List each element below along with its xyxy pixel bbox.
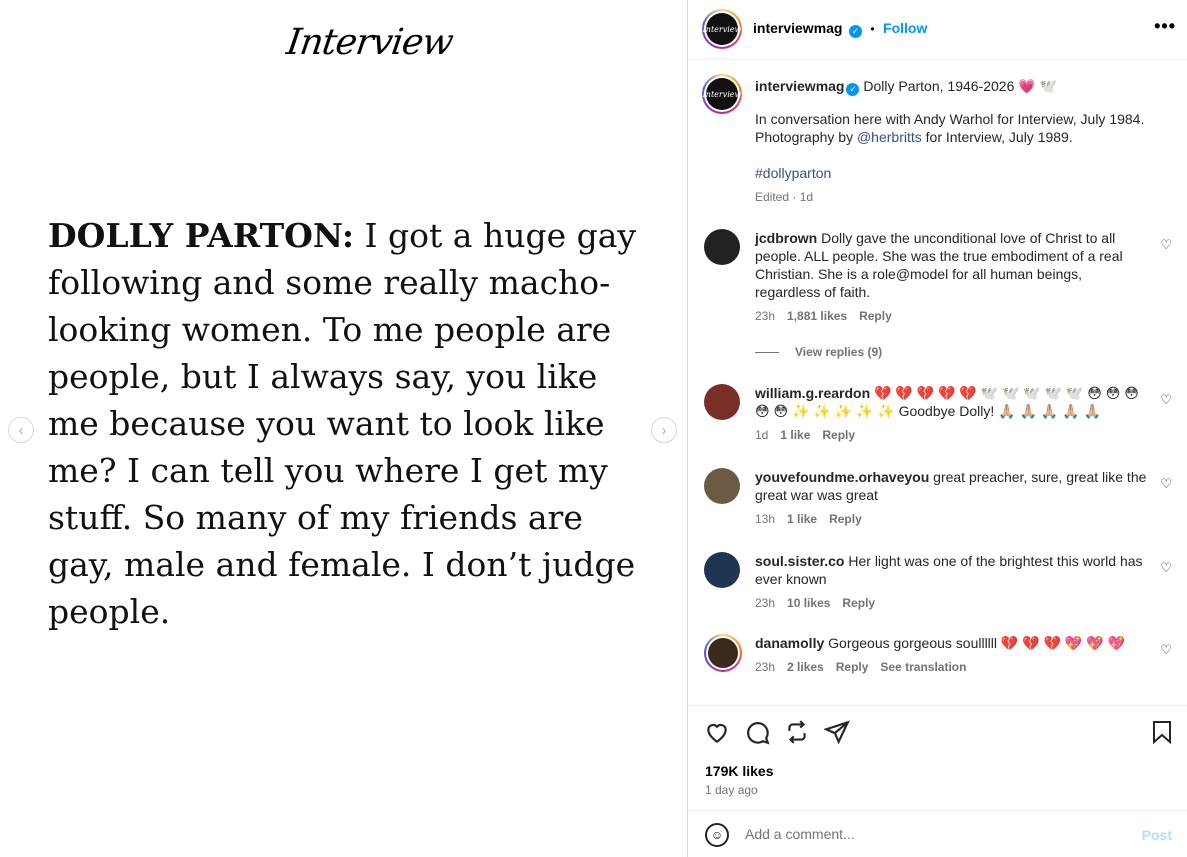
- caption-edited: Edited · 1d: [755, 189, 814, 204]
- caption-username[interactable]: interviewmag: [755, 78, 844, 94]
- caption-body: interviewmag ✓ Dolly Parton, 1946-2026 💗 …: [755, 77, 1170, 204]
- comment-avatar[interactable]: [704, 552, 740, 588]
- comment-item: jcdbrown Dolly gave the unconditional lo…: [704, 229, 1174, 359]
- repost-icon[interactable]: [784, 719, 810, 752]
- comment-likes[interactable]: 1 like: [787, 512, 817, 526]
- comment-like-icon[interactable]: ♡: [1160, 476, 1172, 492]
- emoji-icon[interactable]: ☺: [705, 823, 729, 847]
- verified-badge-icon: ✓: [846, 82, 860, 96]
- caption-title: Dolly Parton, 1946-2026 💗 🕊️: [863, 78, 1058, 94]
- post-timestamp: 1 day ago: [705, 783, 758, 797]
- comment-avatar[interactable]: [704, 468, 740, 504]
- quote-body: I got a huge gay following and some real…: [48, 216, 637, 631]
- mention-link[interactable]: @herbritts: [857, 129, 922, 145]
- comment-like-icon[interactable]: ♡: [1160, 560, 1172, 576]
- comment-username[interactable]: danamolly: [755, 635, 824, 651]
- comment-username[interactable]: youvefoundme.orhaveyou: [755, 469, 929, 485]
- comment-avatar[interactable]: [704, 229, 740, 265]
- comment-likes[interactable]: 10 likes: [787, 596, 830, 610]
- share-icon[interactable]: [823, 719, 850, 752]
- interview-logo: Interview: [284, 22, 456, 63]
- comment-username[interactable]: william.g.reardon: [755, 385, 870, 401]
- reply-button[interactable]: Reply: [822, 428, 855, 442]
- verified-badge-icon: ✓: [848, 25, 862, 38]
- comment-likes[interactable]: 1 like: [780, 428, 810, 442]
- add-comment-bar: ☺ Post: [688, 810, 1187, 857]
- comment-icon[interactable]: [744, 719, 770, 752]
- likes-count[interactable]: 179K likes: [705, 763, 774, 779]
- reply-button[interactable]: Reply: [842, 596, 875, 610]
- header-avatar[interactable]: Interview: [702, 9, 742, 49]
- hashtag-link[interactable]: #dollyparton: [755, 164, 1170, 182]
- quote-text: DOLLY PARTON: I got a huge gay following…: [48, 212, 638, 635]
- quote-speaker: DOLLY PARTON:: [48, 216, 355, 255]
- comment-item: youvefoundme.orhaveyou great preacher, s…: [704, 468, 1174, 528]
- comment-item: william.g.reardon 💔 💔 💔 💔 💔 🕊️ 🕊️ 🕊️ 🕊️ …: [704, 384, 1174, 444]
- caption-avatar[interactable]: Interview: [702, 74, 742, 114]
- carousel-next-button[interactable]: ›: [651, 417, 677, 443]
- comment-username[interactable]: soul.sister.co: [755, 553, 844, 569]
- post-panel: Interview interviewmag ✓ • Follow ••• In…: [687, 0, 1187, 857]
- comment-avatar[interactable]: [704, 384, 740, 420]
- heart-icon[interactable]: [704, 719, 730, 752]
- comment-likes[interactable]: 2 likes: [787, 660, 824, 674]
- header-dot: •: [870, 22, 875, 36]
- comment-input[interactable]: [745, 826, 1105, 842]
- post-comment-button[interactable]: Post: [1142, 827, 1172, 843]
- reply-button[interactable]: Reply: [829, 512, 862, 526]
- view-replies-button[interactable]: View replies (9): [755, 345, 1147, 359]
- comment-avatar[interactable]: [704, 634, 742, 672]
- carousel-prev-button[interactable]: ‹: [8, 417, 34, 443]
- comment-like-icon[interactable]: ♡: [1160, 392, 1172, 408]
- bookmark-icon[interactable]: [1150, 719, 1174, 752]
- comment-text: Gorgeous gorgeous soullllll 💔 💔 💔 💖 💖 💖: [828, 635, 1125, 651]
- post-header: Interview interviewmag ✓ • Follow •••: [688, 0, 1187, 60]
- reply-button[interactable]: Reply: [859, 309, 892, 323]
- comment-item: danamolly Gorgeous gorgeous soullllll 💔 …: [704, 634, 1174, 684]
- follow-button[interactable]: Follow: [883, 20, 927, 36]
- comment-like-icon[interactable]: ♡: [1160, 237, 1172, 253]
- reply-button[interactable]: Reply: [836, 660, 869, 674]
- comment-like-icon[interactable]: ♡: [1160, 642, 1172, 658]
- comment-likes[interactable]: 1,881 likes: [787, 309, 847, 323]
- caption-line-2: Photography by @herbritts for Interview,…: [755, 128, 1073, 145]
- header-username[interactable]: interviewmag: [753, 20, 842, 36]
- comment-username[interactable]: jcdbrown: [755, 230, 817, 246]
- header-user-row: interviewmag ✓ • Follow: [753, 20, 927, 38]
- post-media: Interview DOLLY PARTON: I got a huge gay…: [0, 0, 686, 857]
- action-bar: 179K likes 1 day ago ☺ Post: [688, 705, 1187, 857]
- caption-line-1: In conversation here with Andy Warhol fo…: [755, 110, 1145, 127]
- see-translation-button[interactable]: See translation: [880, 660, 966, 674]
- comment-item: soul.sister.co Her light was one of the …: [704, 552, 1174, 612]
- more-options-icon[interactable]: •••: [1154, 16, 1176, 37]
